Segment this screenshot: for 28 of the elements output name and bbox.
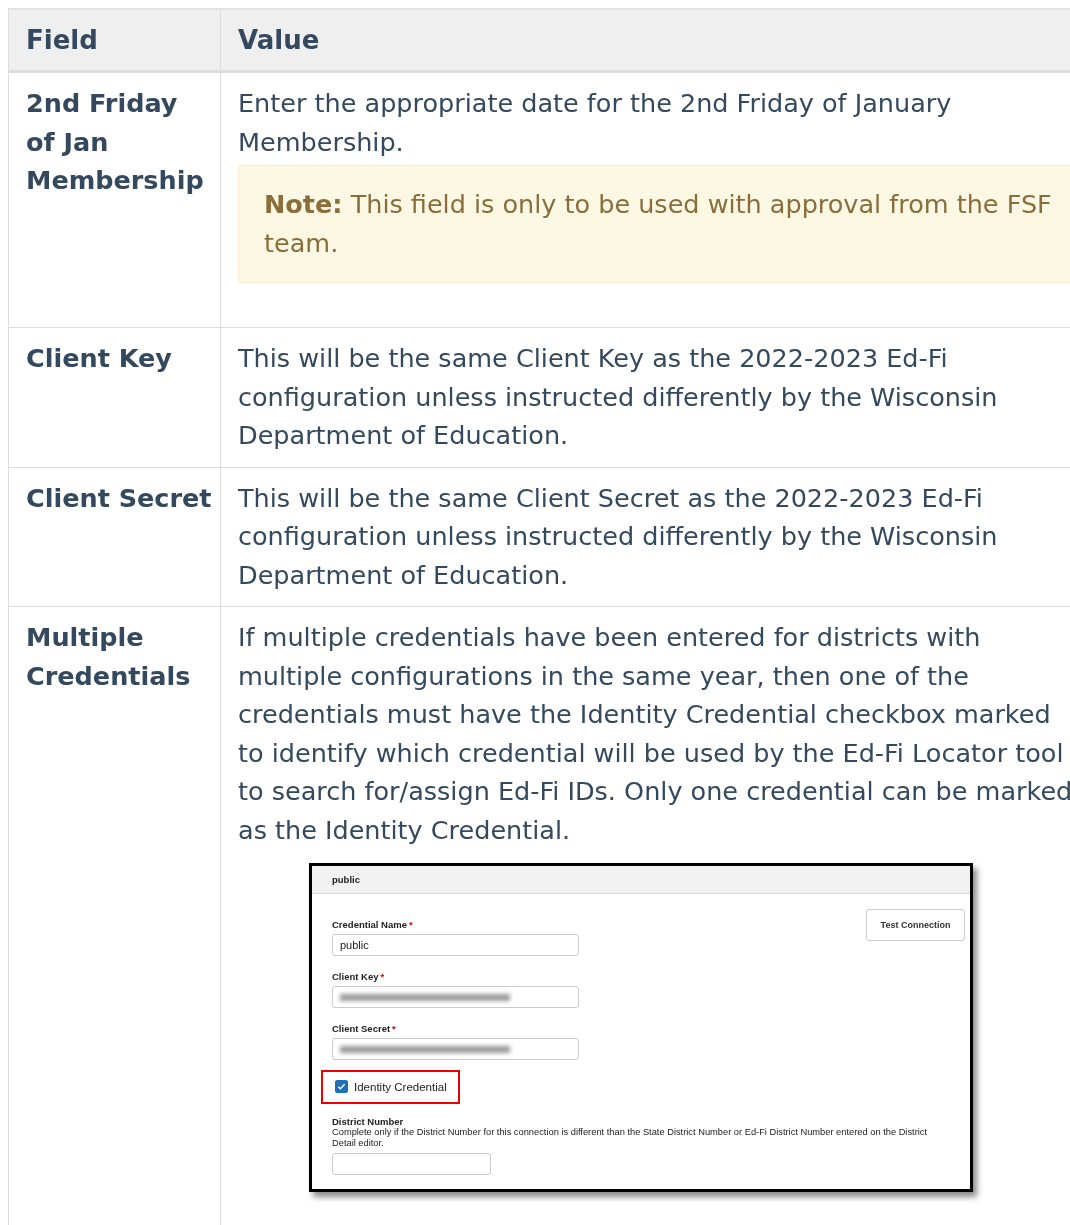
note-callout: Note: This field is only to be used with approval from the FSF team. bbox=[238, 165, 1070, 283]
checkmark-icon bbox=[337, 1082, 346, 1091]
field-name: 2nd Friday of Jan Membership bbox=[26, 88, 204, 195]
description-text: This will be the same Client Key as the 2022-2023 Ed-Fi configuration unless instructed differently by the Wisconsin Department of Education. bbox=[238, 342, 999, 452]
field-name: Multiple Credentials bbox=[26, 622, 191, 691]
field-label: District Number bbox=[332, 1116, 405, 1127]
input-field[interactable] bbox=[332, 1038, 579, 1060]
column-header: Field bbox=[9, 10, 221, 73]
input-field[interactable]: public bbox=[332, 934, 579, 956]
field-label: Client Key bbox=[332, 971, 379, 982]
test-connection-button[interactable]: Test Connection bbox=[866, 909, 965, 941]
help-text: Complete only if the District Number for this connection is different than the State District Number or Ed-Fi District Number entered on the District Detail editor. bbox=[332, 1127, 929, 1149]
checkbox-label: Identity Credential bbox=[354, 1080, 447, 1093]
required-mark: * bbox=[409, 919, 413, 930]
input-field[interactable] bbox=[332, 986, 579, 1008]
field-label: Client Secret bbox=[332, 1023, 391, 1034]
column-header: Value bbox=[221, 10, 1070, 73]
description-text: Enter the appropriate date for the 2nd Friday of January Membership. bbox=[238, 87, 953, 159]
description-text: This will be the same Client Secret as the 2022-2023 Ed-Fi configuration unless instructed differently by the Wisconsin Department of Education. bbox=[238, 481, 999, 592]
description-text: If multiple credentials have been entered for districts with multiple configurations in the same year, then one of the credentials must have the Identity Credential checkbox marked to identify which credential will be used by the Ed-Fi Locator tool to search for/assign Ed-Fi IDs. Only one credential can be marked as the Identity Credential. bbox=[238, 621, 1070, 847]
field-name: Client Secret bbox=[26, 482, 212, 513]
checkbox[interactable] bbox=[335, 1080, 348, 1093]
required-mark: * bbox=[380, 971, 385, 982]
panel-header: public bbox=[312, 866, 970, 894]
input-field[interactable] bbox=[332, 1153, 491, 1175]
field-name: Client Key bbox=[26, 343, 172, 373]
field-label: Credential Name bbox=[332, 919, 407, 930]
required-mark: * bbox=[392, 1023, 396, 1034]
